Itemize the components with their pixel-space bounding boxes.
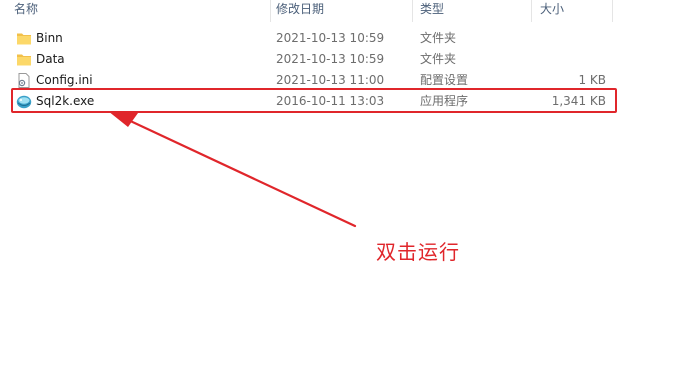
- annotation-label: 双击运行: [376, 240, 460, 264]
- red-arrow-icon: [108, 111, 357, 228]
